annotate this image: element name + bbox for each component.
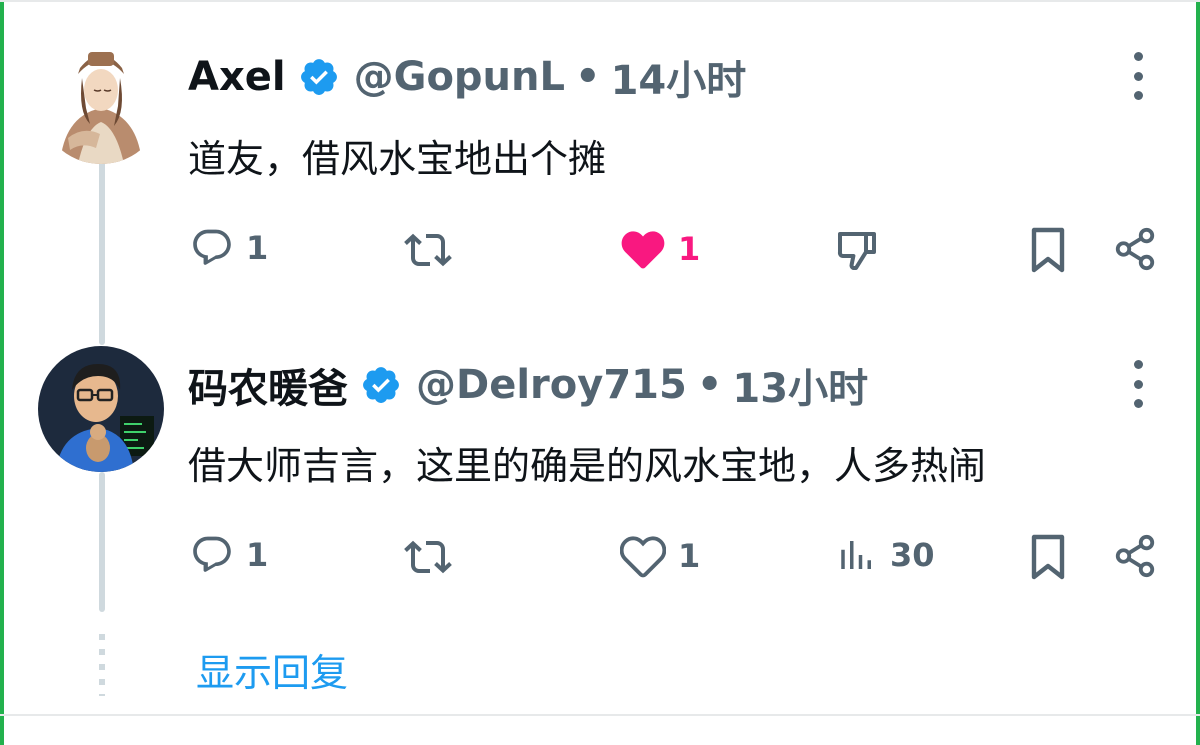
reply-button[interactable]: 1 — [190, 533, 268, 577]
right-border — [1196, 0, 1200, 745]
reply-button[interactable]: 1 — [190, 226, 268, 270]
verified-badge-icon — [360, 364, 402, 406]
separator-dot: • — [696, 362, 723, 408]
more-options-icon[interactable] — [1128, 360, 1148, 408]
display-name[interactable]: 码农暖爸 — [188, 356, 348, 414]
reply-count: 1 — [246, 229, 269, 267]
retweet-button[interactable] — [404, 226, 452, 274]
user-handle[interactable]: @GopunL — [354, 54, 565, 100]
timestamp[interactable]: 13小时 — [732, 356, 868, 414]
thumbs-down-icon — [837, 232, 876, 270]
bookmark-button[interactable] — [1026, 226, 1070, 274]
views-icon — [841, 541, 871, 569]
left-border — [0, 0, 4, 745]
like-count: 1 — [678, 230, 701, 268]
views-count: 30 — [890, 536, 935, 574]
avatar[interactable] — [38, 38, 164, 164]
reply-icon — [193, 229, 231, 265]
heart-filled-icon — [621, 231, 665, 269]
tweet-header: Axel @GopunL • 14小时 — [188, 49, 746, 105]
tweet-text: 道友，借风水宝地出个摊 — [188, 137, 607, 181]
share-button[interactable] — [1112, 226, 1158, 272]
share-icon — [1115, 227, 1155, 271]
reply-count: 1 — [246, 536, 269, 574]
tweet-text: 借大师吉言，这里的确是的风水宝地，人多热闹 — [188, 444, 987, 488]
views-button[interactable]: 30 — [836, 533, 935, 577]
top-divider — [0, 0, 1200, 2]
avatar[interactable] — [38, 346, 164, 472]
reply-icon — [193, 536, 231, 572]
like-button[interactable]: 1 — [620, 226, 700, 272]
retweet-icon — [404, 233, 452, 267]
tweet-header: 码农暖爸 @Delroy715 • 13小时 — [188, 357, 868, 413]
thread-connector — [99, 472, 105, 612]
timestamp[interactable]: 14小时 — [611, 48, 747, 106]
share-icon — [1115, 534, 1155, 578]
retweet-button[interactable] — [404, 533, 452, 581]
bookmark-icon — [1031, 534, 1065, 580]
user-handle[interactable]: @Delroy715 — [416, 362, 687, 408]
share-button[interactable] — [1112, 533, 1158, 579]
dislike-button[interactable] — [834, 226, 882, 274]
like-button[interactable]: 1 — [620, 533, 700, 579]
like-count: 1 — [678, 537, 701, 575]
separator-dot: • — [575, 54, 601, 100]
thread-continuation-dots — [99, 634, 105, 696]
bottom-divider — [0, 714, 1200, 716]
bookmark-icon — [1031, 227, 1065, 273]
thread-connector — [99, 160, 105, 345]
show-replies-link[interactable]: 显示回复 — [196, 642, 348, 697]
more-options-icon[interactable] — [1128, 52, 1148, 100]
heart-outline-icon — [620, 536, 666, 578]
verified-badge-icon — [298, 56, 340, 98]
retweet-icon — [404, 540, 452, 574]
bookmark-button[interactable] — [1026, 533, 1070, 581]
display-name[interactable]: Axel — [188, 54, 286, 100]
